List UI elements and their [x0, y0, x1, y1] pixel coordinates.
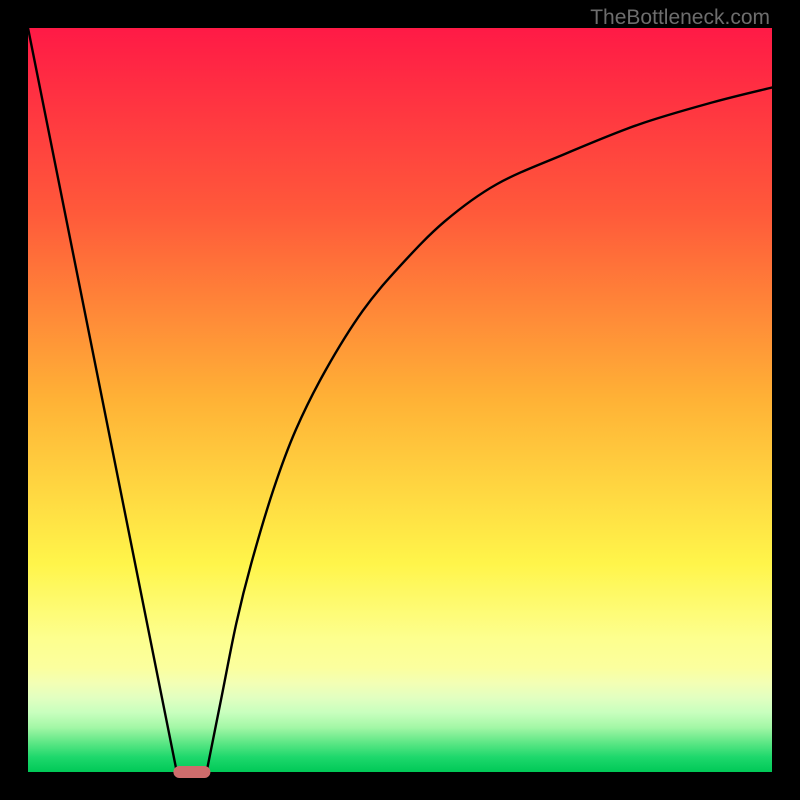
watermark-text: TheBottleneck.com	[590, 6, 770, 30]
minimum-marker	[173, 766, 210, 778]
curve-layer	[28, 28, 772, 772]
left-branch-curve	[28, 28, 177, 772]
chart-frame: TheBottleneck.com	[0, 0, 800, 800]
right-branch-curve	[207, 88, 772, 772]
plot-area	[28, 28, 772, 772]
